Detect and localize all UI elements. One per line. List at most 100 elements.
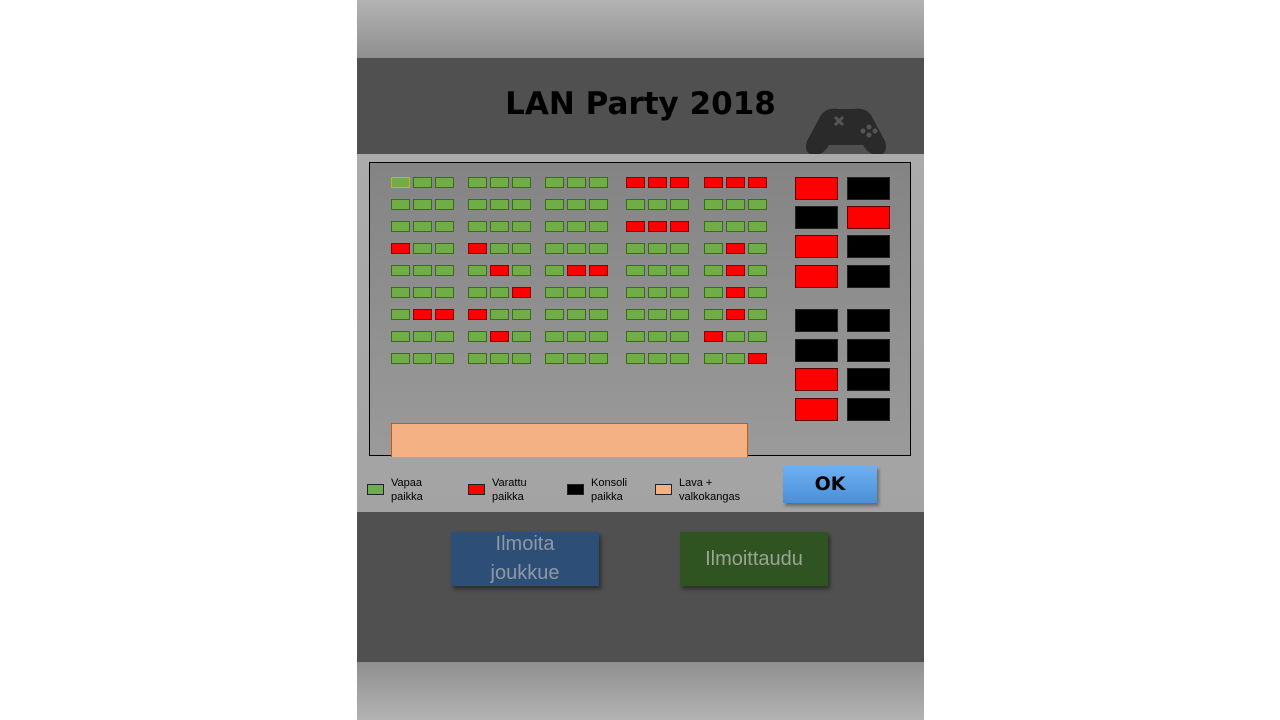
seat[interactable] <box>726 353 745 364</box>
seat[interactable] <box>468 221 487 232</box>
seat[interactable] <box>512 221 531 232</box>
seat[interactable] <box>435 287 454 298</box>
seat[interactable] <box>670 243 689 254</box>
console-seat[interactable] <box>847 206 890 229</box>
seat[interactable] <box>468 243 487 254</box>
seat[interactable] <box>435 309 454 320</box>
seat[interactable] <box>726 243 745 254</box>
seat[interactable] <box>726 221 745 232</box>
seat[interactable] <box>545 287 564 298</box>
seat[interactable] <box>726 199 745 210</box>
seat[interactable] <box>704 287 723 298</box>
seat[interactable] <box>626 353 645 364</box>
seat[interactable] <box>670 331 689 342</box>
seat[interactable] <box>512 243 531 254</box>
seat[interactable] <box>626 265 645 276</box>
seat[interactable] <box>567 309 586 320</box>
seat[interactable] <box>490 331 509 342</box>
seat[interactable] <box>589 309 608 320</box>
seat[interactable] <box>748 221 767 232</box>
seat[interactable] <box>748 353 767 364</box>
seat[interactable] <box>726 265 745 276</box>
console-seat[interactable] <box>847 309 890 332</box>
seat[interactable] <box>648 221 667 232</box>
seat[interactable] <box>589 221 608 232</box>
seat[interactable] <box>626 199 645 210</box>
seat[interactable] <box>413 243 432 254</box>
seat[interactable] <box>626 243 645 254</box>
seat[interactable] <box>648 177 667 188</box>
console-seat[interactable] <box>847 235 890 258</box>
seat[interactable] <box>391 243 410 254</box>
seat[interactable] <box>413 309 432 320</box>
seat[interactable] <box>726 287 745 298</box>
console-seat[interactable] <box>795 177 838 200</box>
seat[interactable] <box>435 199 454 210</box>
seat[interactable] <box>748 199 767 210</box>
seat[interactable] <box>391 287 410 298</box>
seat[interactable] <box>545 331 564 342</box>
seat[interactable] <box>468 287 487 298</box>
seat[interactable] <box>468 353 487 364</box>
seat[interactable] <box>545 221 564 232</box>
seat[interactable] <box>648 287 667 298</box>
ok-button[interactable]: OK <box>783 466 877 503</box>
seat[interactable] <box>512 265 531 276</box>
seat[interactable] <box>648 331 667 342</box>
console-seat[interactable] <box>847 177 890 200</box>
seat[interactable] <box>704 331 723 342</box>
seat[interactable] <box>567 265 586 276</box>
seat[interactable] <box>391 331 410 342</box>
console-seat[interactable] <box>847 368 890 391</box>
seat[interactable] <box>648 309 667 320</box>
seat[interactable] <box>567 331 586 342</box>
seat[interactable] <box>670 177 689 188</box>
seat[interactable] <box>567 177 586 188</box>
seat[interactable] <box>413 221 432 232</box>
seat[interactable] <box>391 177 410 188</box>
seat[interactable] <box>512 353 531 364</box>
seat[interactable] <box>704 243 723 254</box>
seat[interactable] <box>704 353 723 364</box>
seat[interactable] <box>435 177 454 188</box>
seat[interactable] <box>468 177 487 188</box>
seat[interactable] <box>704 199 723 210</box>
seat[interactable] <box>435 353 454 364</box>
seat[interactable] <box>545 309 564 320</box>
seat[interactable] <box>567 199 586 210</box>
seat[interactable] <box>704 265 723 276</box>
seat[interactable] <box>726 177 745 188</box>
seat[interactable] <box>567 287 586 298</box>
console-seat[interactable] <box>847 265 890 288</box>
seat[interactable] <box>512 331 531 342</box>
seat[interactable] <box>704 309 723 320</box>
seat[interactable] <box>545 199 564 210</box>
console-seat[interactable] <box>847 339 890 362</box>
seat[interactable] <box>648 199 667 210</box>
seat[interactable] <box>391 353 410 364</box>
seat[interactable] <box>704 177 723 188</box>
seat[interactable] <box>748 243 767 254</box>
seat[interactable] <box>435 243 454 254</box>
seat[interactable] <box>435 331 454 342</box>
seat[interactable] <box>670 265 689 276</box>
signup-button[interactable]: Ilmoittaudu <box>680 532 828 586</box>
seat[interactable] <box>589 199 608 210</box>
seat[interactable] <box>545 243 564 254</box>
console-seat[interactable] <box>795 368 838 391</box>
seat[interactable] <box>468 265 487 276</box>
seat[interactable] <box>413 331 432 342</box>
seat[interactable] <box>567 353 586 364</box>
seat[interactable] <box>748 265 767 276</box>
seat[interactable] <box>648 353 667 364</box>
seat[interactable] <box>648 243 667 254</box>
seat[interactable] <box>567 243 586 254</box>
console-seat[interactable] <box>795 235 838 258</box>
seat[interactable] <box>589 265 608 276</box>
seat[interactable] <box>468 309 487 320</box>
seat[interactable] <box>545 265 564 276</box>
seat[interactable] <box>545 353 564 364</box>
seat[interactable] <box>704 221 723 232</box>
seat[interactable] <box>626 221 645 232</box>
seat[interactable] <box>670 309 689 320</box>
